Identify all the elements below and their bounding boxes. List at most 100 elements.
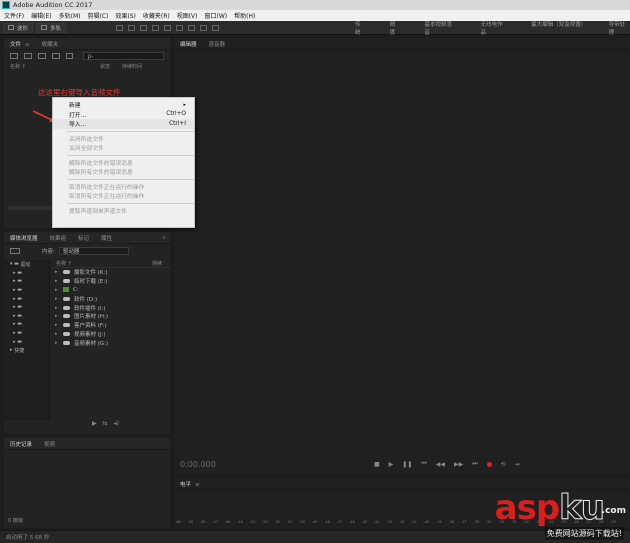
menu-favorites[interactable]: 收藏夹(R) (143, 11, 170, 20)
pause-icon[interactable]: ❚❚ (402, 461, 412, 468)
list-item[interactable]: ▸ C: (52, 286, 170, 295)
tree-item[interactable]: ▸ 快捷 (4, 346, 49, 355)
slip-tool-icon[interactable] (164, 24, 172, 31)
list-item[interactable]: ▸ 视频素材 (J:) (52, 330, 170, 339)
menu-clip[interactable]: 剪辑(C) (87, 11, 108, 20)
lasso-icon[interactable] (200, 24, 208, 31)
chevron-right-icon: ▸ (55, 330, 58, 337)
brush-icon[interactable] (212, 24, 220, 31)
tree-item[interactable]: ▾ ▬ 驱动 (4, 260, 49, 269)
open-file-icon[interactable] (23, 53, 32, 59)
razor-tool-icon[interactable] (152, 24, 160, 31)
column-status[interactable]: 状态 (100, 63, 122, 70)
tree-item[interactable]: ▸ ▬ (4, 337, 49, 346)
multitrack-button[interactable]: 多轨 (36, 22, 67, 33)
level-tick-label: -48 (324, 520, 330, 524)
insert-icon[interactable] (65, 53, 74, 59)
tab-editor[interactable]: 编辑器 (180, 40, 197, 48)
stop-icon[interactable]: ■ (374, 461, 380, 468)
list-item[interactable]: ▸ 软件 (D:) (52, 294, 170, 303)
list-header-name[interactable]: 名称 ↑ (56, 260, 152, 267)
tree-item[interactable]: ▸ ▬ (4, 329, 49, 338)
list-header-duration[interactable]: 持续 (152, 260, 162, 267)
drive-label: 软件 (D:) (74, 296, 98, 303)
drive-icon (63, 279, 70, 284)
tab-markers[interactable]: 标记 (78, 234, 89, 242)
menu-separator (67, 154, 194, 156)
move-tool-icon[interactable] (140, 24, 148, 31)
drive-label: 图片素材 (H:) (74, 314, 109, 321)
column-duration[interactable]: 持续时间 (122, 63, 142, 70)
menu-window[interactable]: 窗口(W) (205, 11, 228, 20)
tab-media-browser[interactable]: 媒体浏览器 (10, 234, 38, 242)
menu-file[interactable]: 文件(F) (4, 11, 24, 20)
tab-mixer[interactable]: 混音器 (209, 40, 226, 48)
workspace-video-mix[interactable]: 基本视频混音 (424, 20, 456, 36)
workspace-dual-monitor[interactable]: 最大编辑（双监视器） (531, 20, 586, 36)
workspace-classic[interactable]: 传统 (355, 20, 366, 36)
record-icon[interactable] (486, 461, 492, 467)
menu-effects[interactable]: 效果(S) (115, 11, 136, 20)
files-search-input[interactable]: ρ- (83, 52, 165, 60)
tree-item[interactable]: ▸ ▬ (4, 294, 49, 303)
list-item[interactable]: ▸ 音频素材 (G:) (52, 338, 170, 347)
tree-item[interactable]: ▸ ▬ (4, 277, 49, 286)
tab-level-label: 电平 (180, 481, 192, 488)
rewind-icon[interactable]: ◀◀ (436, 461, 445, 468)
menu-item-open[interactable]: 打开... Ctrl+O (53, 110, 194, 120)
pitch-icon[interactable] (128, 24, 136, 31)
loop-playback-icon[interactable]: ⟲ (501, 461, 506, 468)
time-selection-icon[interactable] (176, 24, 184, 31)
tree-item[interactable]: ▸ ▬ (4, 286, 49, 295)
workspace-radio[interactable]: 无线电作品 (480, 20, 507, 36)
list-item[interactable]: ▸ 临时下载 (E:) (52, 277, 170, 286)
panel-menu-icon[interactable]: ≡ (25, 42, 30, 48)
watermark-logo: aspku .com 免费网站源码下载站! (451, 488, 626, 540)
menu-edit[interactable]: 编辑(E) (31, 11, 51, 20)
tree-item[interactable]: ▸ ▬ (4, 312, 49, 321)
list-item[interactable]: ▸ 摄影文件 (K:) (52, 268, 170, 277)
menu-item-import[interactable]: 导入... Ctrl+I (53, 119, 194, 129)
tab-level[interactable]: 电平 ≡ (180, 480, 200, 488)
spectral-icon[interactable] (116, 24, 124, 31)
menu-help[interactable]: 帮助(H) (234, 11, 255, 20)
tab-history[interactable]: 历史记录 (10, 440, 32, 448)
chevron-right-icon: ▸ ▬ (10, 304, 23, 311)
volume-icon[interactable]: ◂) (114, 420, 119, 427)
tree-item[interactable]: ▸ ▬ (4, 269, 49, 278)
import-icon[interactable] (37, 53, 46, 59)
skip-selection-icon[interactable]: ⇥ (515, 461, 520, 468)
panel-overflow-icon[interactable]: » (163, 235, 166, 241)
tab-properties[interactable]: 属性 (101, 234, 112, 242)
tab-effects-rack[interactable]: 效果组 (50, 234, 67, 242)
tab-favorites[interactable]: 收藏夹 (42, 40, 59, 48)
list-item[interactable]: ▸ 图片素材 (H:) (52, 312, 170, 321)
fast-forward-icon[interactable]: ▶▶ (454, 461, 463, 468)
preview-play-icon[interactable]: ▶ (92, 420, 97, 427)
tree-item[interactable]: ▸ ▬ (4, 303, 49, 312)
delete-icon[interactable] (51, 53, 60, 59)
loop-icon[interactable]: ⇆ (103, 420, 108, 427)
menu-multitrack[interactable]: 多轨(M) (59, 11, 81, 20)
waveform-button[interactable]: 波形 (3, 22, 34, 33)
workspace-precision[interactable]: 精度 (390, 20, 401, 36)
media-play-icon[interactable] (10, 248, 20, 254)
go-to-start-icon[interactable]: ⏮ (421, 460, 426, 468)
menu-item-new[interactable]: 新建 ▸ (53, 100, 194, 110)
panel-menu-icon[interactable]: ≡ (195, 482, 200, 488)
play-icon[interactable]: ▶ (389, 461, 394, 468)
tab-video[interactable]: 视频 (44, 440, 55, 448)
menu-view[interactable]: 视图(V) (177, 11, 198, 20)
tree-item[interactable]: ▸ ▬ (4, 320, 49, 329)
marquee-icon[interactable] (188, 24, 196, 31)
list-item[interactable]: ▸ 客户资料 (F:) (52, 321, 170, 330)
go-to-end-icon[interactable]: ⏭ (472, 460, 477, 468)
drive-icon (63, 305, 70, 310)
workspace-tape[interactable]: 导带处理 (609, 20, 630, 36)
column-name[interactable]: 名称 ↑ (10, 63, 100, 70)
new-file-icon[interactable] (10, 53, 18, 59)
content-dropdown[interactable]: 驱动器 (58, 247, 129, 255)
list-item[interactable]: ▸ 软件插件 (I:) (52, 303, 170, 312)
tab-files[interactable]: 文件 ≡ (10, 40, 30, 48)
chevron-right-icon: ▸ ▬ (10, 269, 23, 276)
